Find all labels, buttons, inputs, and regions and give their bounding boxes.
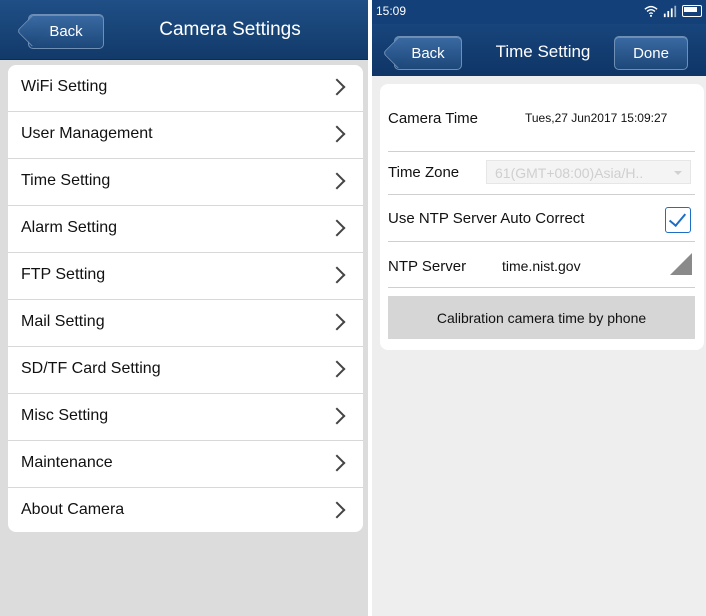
menu-item-user-management[interactable]: User Management [8, 112, 363, 159]
right-navbar: Back Time Setting Done [372, 24, 706, 76]
divider [388, 151, 695, 152]
back-button[interactable]: Back [382, 36, 462, 70]
menu-item-label: User Management [21, 125, 153, 142]
back-button-label: Back [49, 23, 83, 40]
status-icons [644, 4, 702, 18]
menu-item-label: Misc Setting [21, 407, 109, 424]
back-button-label: Back [411, 44, 445, 62]
menu-item-wifi-setting[interactable]: WiFi Setting [8, 65, 363, 112]
divider [388, 287, 695, 288]
chevron-right-icon [328, 78, 346, 96]
calibrate-time-button[interactable]: Calibration camera time by phone [388, 296, 695, 339]
chevron-right-icon [328, 219, 346, 237]
left-navbar: Back Camera Settings [0, 0, 368, 60]
chevron-right-icon [328, 313, 346, 331]
menu-item-time-setting[interactable]: Time Setting [8, 159, 363, 206]
time-setting-screen: 15:09 Back Time Setting Done Camera Time… [372, 0, 706, 616]
ntp-server-value[interactable]: time.nist.gov [502, 258, 581, 274]
signal-icon [663, 5, 677, 18]
menu-item-about-camera[interactable]: About Camera [8, 488, 363, 532]
dropdown-caret-icon [674, 171, 682, 175]
chevron-right-icon [328, 266, 346, 284]
camera-time-value: Tues,27 Jun2017 15:09:27 [525, 111, 668, 125]
camera-settings-screen: Back Camera Settings WiFi Setting User M… [0, 0, 368, 616]
chevron-right-icon [328, 125, 346, 143]
time-settings-card: Camera Time Tues,27 Jun2017 15:09:27 Tim… [380, 84, 704, 350]
page-title: Camera Settings [159, 19, 301, 40]
menu-item-label: Time Setting [21, 172, 111, 189]
time-zone-select[interactable]: 61(GMT+08:00)Asia/H.. [486, 160, 691, 184]
back-arrow-icon [382, 37, 414, 69]
wifi-icon [644, 5, 658, 17]
menu-item-ftp-setting[interactable]: FTP Setting [8, 253, 363, 300]
done-button[interactable]: Done [614, 36, 688, 70]
time-zone-value: 61(GMT+08:00)Asia/H.. [495, 165, 644, 181]
time-zone-label: Time Zone [388, 164, 460, 181]
menu-item-label: WiFi Setting [21, 78, 108, 95]
back-arrow-icon [16, 15, 48, 47]
chevron-right-icon [328, 172, 346, 190]
checkmark-icon [668, 208, 687, 228]
chevron-right-icon [328, 407, 346, 425]
ntp-auto-correct-label: Use NTP Server Auto Correct [388, 210, 585, 227]
status-bar: 15:09 [372, 0, 706, 24]
menu-item-alarm-setting[interactable]: Alarm Setting [8, 206, 363, 253]
menu-item-label: About Camera [21, 501, 125, 518]
divider [388, 194, 695, 195]
menu-item-sd-tf-card-setting[interactable]: SD/TF Card Setting [8, 347, 363, 394]
menu-item-label: FTP Setting [21, 266, 106, 283]
chevron-right-icon [328, 501, 346, 519]
camera-time-label: Camera Time [388, 110, 479, 127]
chevron-right-icon [328, 454, 346, 472]
ntp-server-label: NTP Server [388, 258, 467, 275]
ntp-auto-correct-checkbox[interactable] [665, 207, 691, 233]
settings-menu: WiFi Setting User Management Time Settin… [8, 65, 363, 532]
battery-icon [682, 5, 702, 17]
menu-item-mail-setting[interactable]: Mail Setting [8, 300, 363, 347]
page-title: Time Setting [495, 42, 591, 61]
menu-item-label: SD/TF Card Setting [21, 360, 161, 377]
chevron-right-icon [328, 360, 346, 378]
back-button[interactable]: Back [16, 14, 104, 49]
menu-item-label: Maintenance [21, 454, 113, 471]
menu-item-misc-setting[interactable]: Misc Setting [8, 394, 363, 441]
menu-item-maintenance[interactable]: Maintenance [8, 441, 363, 488]
menu-item-label: Alarm Setting [21, 219, 118, 236]
divider [388, 241, 695, 242]
status-time: 15:09 [376, 4, 407, 18]
resize-corner-icon [670, 253, 692, 275]
menu-item-label: Mail Setting [21, 313, 105, 330]
